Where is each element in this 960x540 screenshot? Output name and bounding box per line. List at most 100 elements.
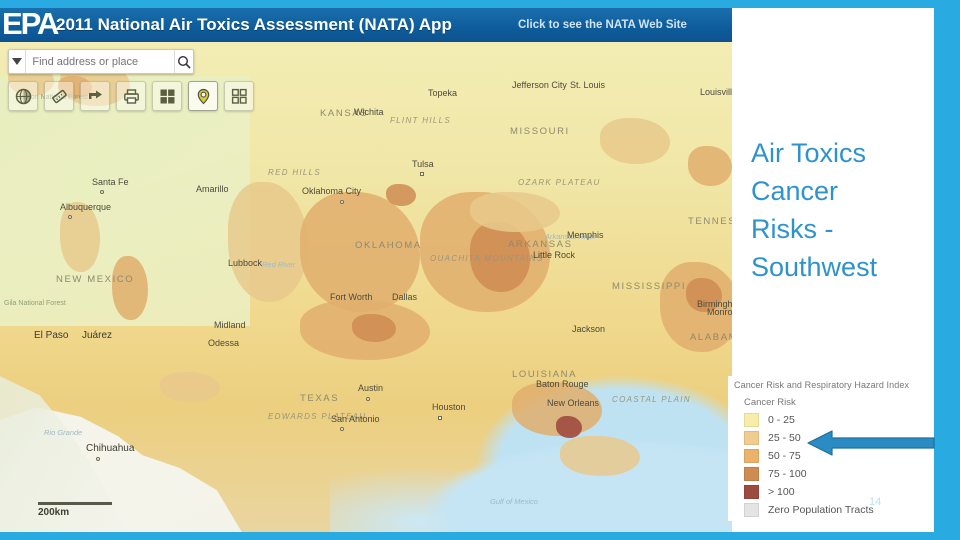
- risk-polygon-high: [556, 416, 582, 438]
- legend-item[interactable]: Zero Population Tracts: [744, 503, 874, 517]
- map-label-city: Amarillo: [196, 184, 229, 194]
- map-label-city: Chihuahua: [86, 443, 135, 454]
- map-label-state: MISSISSIPPI: [612, 281, 687, 292]
- basemap-icon: [15, 88, 31, 104]
- legend-item[interactable]: 0 - 25: [744, 413, 795, 427]
- city-marker: [366, 397, 370, 401]
- slide-title-line-3: Risks -: [751, 214, 834, 244]
- map-label-state: MISSOURI: [510, 126, 570, 137]
- search-icon: [178, 55, 191, 69]
- map-label-state: TENNESSEE: [688, 216, 732, 227]
- ruler-icon: [51, 89, 67, 103]
- legend-label: 25 - 50: [768, 432, 801, 444]
- city-marker: [420, 172, 424, 176]
- search-submit-button[interactable]: [174, 50, 193, 73]
- slide-title-line-2: Cancer: [751, 176, 839, 206]
- map-label-city: Austin: [358, 383, 384, 393]
- left-arrow-icon: [807, 430, 935, 456]
- map-label-city: Midland: [214, 320, 246, 330]
- map-label-city: Louisville: [700, 87, 733, 97]
- map-label-state: ALABAMA: [690, 332, 732, 343]
- slide-title-line-1: Air Toxics: [751, 138, 867, 168]
- map-label-city: Monroe: [707, 307, 733, 317]
- map-canvas[interactable]: KANSAS MISSOURI NEW MEXICO OKLAHOMA ARKA…: [0, 42, 733, 532]
- map-label-city: St. Louis: [570, 80, 606, 90]
- map-label-physiographic: FLINT HILLS: [390, 116, 451, 125]
- map-label-city: Oklahoma City: [302, 186, 362, 196]
- map-label-state: OKLAHOMA: [355, 240, 422, 251]
- map-label-city: Santa Fe: [92, 177, 129, 187]
- legend-label: Zero Population Tracts: [768, 504, 874, 516]
- top-accent-bar: [0, 0, 960, 8]
- legend-item[interactable]: 75 - 100: [744, 467, 807, 481]
- map-label-physiographic: RED HILLS: [268, 168, 322, 177]
- map-label-city: Dallas: [392, 292, 418, 302]
- map-label-city: Baton Rouge: [536, 379, 589, 389]
- city-marker: [340, 200, 344, 204]
- risk-polygon: [600, 118, 670, 164]
- slide-title: Air Toxics Cancer Risks - Southwest: [751, 134, 929, 286]
- legend-item[interactable]: > 100: [744, 485, 795, 499]
- risk-polygon: [160, 372, 220, 402]
- map-label-physiographic: OZARK PLATEAU: [518, 178, 601, 187]
- legend-label: 50 - 75: [768, 450, 801, 462]
- city-marker: [68, 215, 72, 219]
- risk-polygon: [60, 202, 100, 272]
- map-label-physiographic: COASTAL PLAIN: [612, 395, 691, 404]
- map-label-city: Little Rock: [533, 250, 576, 260]
- search-dropdown-toggle[interactable]: [9, 50, 27, 73]
- map-label-city: Wichita: [354, 107, 384, 117]
- city-marker: [438, 416, 442, 420]
- map-label-physiographic: OUACHITA MOUNTAINS: [430, 254, 544, 263]
- map-label-city: Odessa: [208, 338, 240, 348]
- map-label-water: Rio Grande: [44, 428, 83, 437]
- map-label-city: Jackson: [572, 324, 606, 334]
- basemap-gallery-button[interactable]: [8, 81, 38, 111]
- chevron-down-icon: [12, 58, 23, 65]
- legend-swatch: [744, 467, 759, 481]
- map-scale-bar: 200km: [38, 502, 112, 518]
- legend-item[interactable]: 25 - 50: [744, 431, 801, 445]
- legend-label: 0 - 25: [768, 414, 795, 426]
- city-marker: [340, 427, 344, 431]
- legend-title: Cancer Risk and Respiratory Hazard Index: [734, 380, 910, 390]
- share-button[interactable]: [80, 81, 110, 111]
- page-number: 14: [869, 496, 882, 508]
- layer-list-button[interactable]: [224, 81, 254, 111]
- map-toolbar: [8, 81, 254, 111]
- map-label-city: Juárez: [82, 330, 113, 341]
- slide-canvas: Air Toxics Cancer Risks - Southwest EPA …: [0, 0, 960, 540]
- right-accent-bar: [934, 0, 960, 540]
- scale-bar-line: [38, 502, 112, 505]
- map-label-city: Jefferson City: [512, 80, 567, 90]
- map-label-city: Lubbock: [228, 258, 263, 268]
- measure-button[interactable]: [44, 81, 74, 111]
- risk-polygon: [352, 314, 396, 342]
- epa-logo: EPA: [2, 8, 59, 41]
- risk-polygon: [688, 146, 732, 186]
- search-input[interactable]: [26, 50, 175, 73]
- nata-website-link[interactable]: Click to see the NATA Web Site: [518, 8, 687, 42]
- legend-label: 75 - 100: [768, 468, 807, 480]
- share-icon: [88, 90, 102, 99]
- map-label-city: San Antonio: [331, 414, 380, 424]
- annotation-arrow: [806, 428, 936, 463]
- legend-item[interactable]: 50 - 75: [744, 449, 801, 463]
- map-label-city: Albuquerque: [60, 202, 112, 212]
- map-label-city: New Orleans: [547, 398, 600, 408]
- search-widget[interactable]: [8, 49, 194, 74]
- legend-swatch: [744, 413, 759, 427]
- scale-bar-label: 200km: [38, 507, 70, 518]
- printer-icon: [123, 88, 139, 104]
- locate-button[interactable]: [188, 81, 218, 111]
- grid-icon: [160, 89, 174, 103]
- print-button[interactable]: [116, 81, 146, 111]
- map-label-state: NEW MEXICO: [56, 274, 135, 285]
- layer-list-icon: [231, 88, 247, 104]
- map-label-city: El Paso: [34, 330, 69, 341]
- legend-button[interactable]: [152, 81, 182, 111]
- app-header: EPA 2011 National Air Toxics Assessment …: [0, 8, 732, 42]
- city-marker: [96, 457, 100, 461]
- risk-polygon: [112, 256, 148, 320]
- map-pin-icon: [197, 88, 209, 104]
